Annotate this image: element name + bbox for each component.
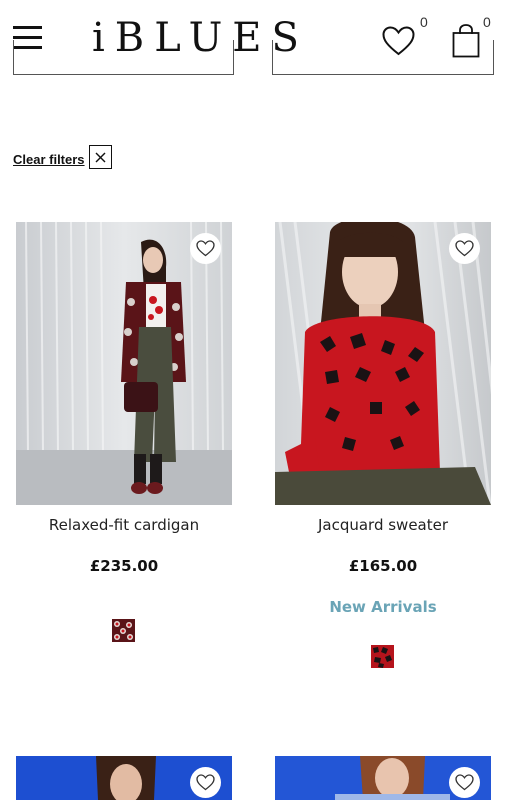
bag-count: 0: [483, 14, 491, 30]
close-icon[interactable]: [89, 145, 112, 169]
favorite-heart-icon[interactable]: [190, 233, 221, 264]
favorite-heart-icon[interactable]: [190, 767, 221, 798]
product-price: £165.00: [348, 557, 418, 575]
product-name[interactable]: Relaxed-fit cardigan: [16, 516, 232, 534]
wishlist-count: 0: [420, 14, 428, 30]
favorite-heart-icon[interactable]: [449, 233, 480, 264]
product-price: £235.00: [89, 557, 159, 575]
product-image[interactable]: [275, 222, 491, 505]
filter-select-right[interactable]: [272, 40, 494, 75]
color-swatch[interactable]: [112, 619, 135, 642]
product-image[interactable]: [16, 222, 232, 505]
clear-filters-link[interactable]: Clear filters: [13, 152, 85, 167]
product-name[interactable]: Jacquard sweater: [275, 516, 491, 534]
color-swatch[interactable]: [371, 645, 394, 668]
filter-select-left[interactable]: [13, 40, 234, 75]
new-arrivals-badge: New Arrivals: [329, 598, 437, 616]
favorite-heart-icon[interactable]: [449, 767, 480, 798]
